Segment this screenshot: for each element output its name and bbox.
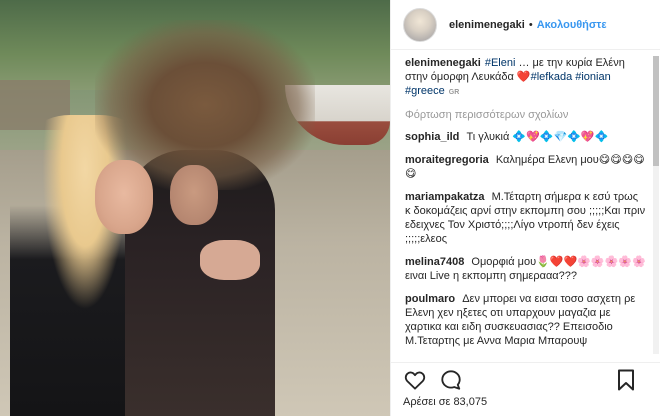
comment-item: sophia_ild Τι γλυκιά 💠💖💠💎💠💖💠 [405,130,646,144]
follow-button[interactable]: Ακολουθήστε [537,19,607,31]
comment-username[interactable]: sophia_ild [405,131,459,143]
comments-scrollbar[interactable] [653,56,659,354]
likes-count[interactable]: Αρέσει σε 83,075 [391,396,660,416]
hashtag-eleni[interactable]: #Eleni [485,57,516,69]
caption: elenimenegaki #Eleni … με την κυρία Ελένη… [405,56,646,100]
heart-emoji: ❤️ [516,71,531,83]
comment-username[interactable]: poulmaro [405,293,455,305]
hashtag-lefkada[interactable]: #lefkada [531,71,573,83]
scrollbar-thumb[interactable] [653,56,659,166]
header-separator: • [528,18,533,31]
comment-item: melina7408 Ομορφιά μου🌷❤️❤️🌸🌸🌸🌸🌸 ειναι L… [405,255,646,283]
photo-face-blonde [95,160,153,234]
hashtag-ionian[interactable]: #ionian [575,71,610,83]
post-photo[interactable] [0,0,390,416]
comment-bubble-icon[interactable] [439,368,463,392]
comments-list[interactable]: elenimenegaki #Eleni … με την κυρία Ελένη… [391,50,660,362]
comment-username[interactable]: melina7408 [405,256,464,268]
photo-hand [200,240,260,280]
comment-username[interactable]: moraitegregoria [405,154,489,166]
post-side-panel: elenimenegaki • Ακολουθήστε elenimenegak… [390,0,660,416]
action-bar [391,362,660,396]
photo-face-elderly [170,165,218,225]
instagram-post: elenimenegaki • Ακολουθήστε elenimenegak… [0,0,660,416]
language-badge: GR [448,89,460,96]
caption-username[interactable]: elenimenegaki [405,57,481,69]
heart-icon[interactable] [403,368,427,392]
comment-username[interactable]: mariampakatza [405,191,485,203]
bookmark-icon[interactable] [614,368,638,392]
load-more-comments-link[interactable]: Φόρτωση περισσότερων σχολίων [405,109,646,121]
hashtag-greece[interactable]: #greece [405,85,445,97]
post-header: elenimenegaki • Ακολουθήστε [391,0,660,50]
comment-item: poulmaro Δεν μπορει να εισαι τοσο ασχετη… [405,292,646,348]
comment-item: moraitegregoria Καλημέρα Ελενη μου😋😋😋😋😋 [405,153,646,181]
comment-text: Τι γλυκιά 💠💖💠💎💠💖💠 [466,131,609,143]
avatar[interactable] [403,7,437,42]
comment-item: mariampakatza Μ.Τέταρτη σήμερα κ εσύ τρω… [405,190,646,246]
header-username[interactable]: elenimenegaki [449,19,525,31]
